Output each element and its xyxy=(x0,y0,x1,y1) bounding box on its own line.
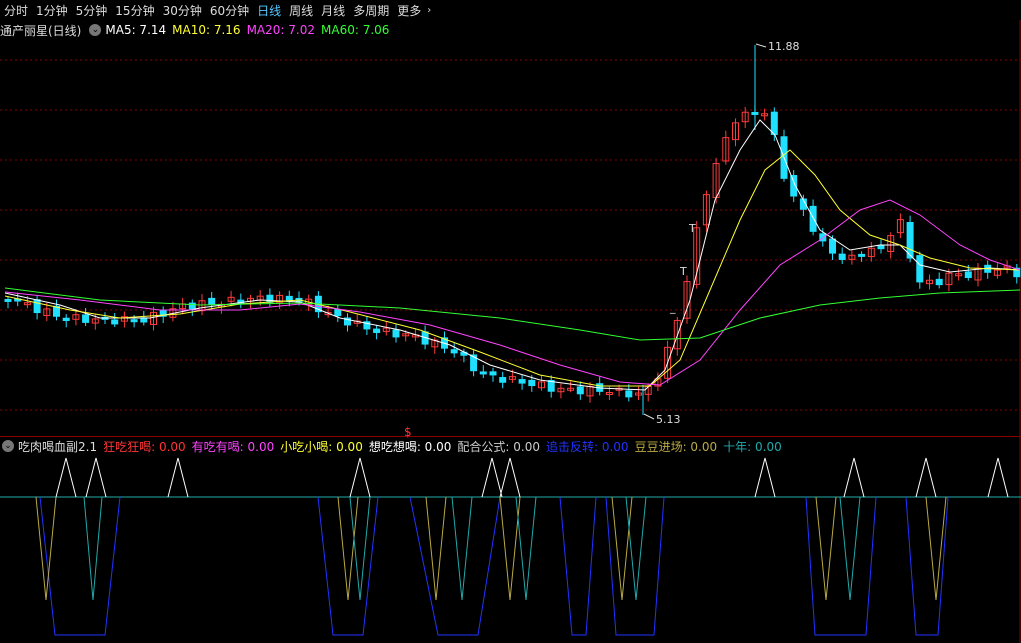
candle-body xyxy=(499,377,507,383)
ma10-line xyxy=(4,149,1021,387)
t-mark: T xyxy=(679,265,687,278)
entry-v-mark xyxy=(425,496,447,601)
candle-body xyxy=(188,302,196,310)
pursuit-trapezoid xyxy=(559,496,597,636)
pursuit-trapezoid xyxy=(605,496,665,636)
candle-body xyxy=(392,329,400,338)
signal-triangle xyxy=(843,457,865,498)
candle-body xyxy=(858,253,866,257)
signal-triangle xyxy=(55,457,77,498)
candle-body xyxy=(285,295,293,301)
candle-body xyxy=(770,111,778,135)
candle-body xyxy=(33,299,41,314)
entry-v-mark xyxy=(611,496,633,601)
signal-mark: $ xyxy=(404,425,412,439)
high-label-pointer xyxy=(755,43,767,48)
ma20-line xyxy=(4,199,1021,386)
pursuit-trapezoid xyxy=(805,496,877,636)
candle-body xyxy=(111,319,119,325)
signal-triangle xyxy=(499,457,521,498)
t-mark: _ xyxy=(669,301,676,314)
candle-body xyxy=(576,386,584,395)
candle-body xyxy=(62,317,70,322)
pursuit-trapezoid xyxy=(317,496,379,636)
low-label-pointer xyxy=(643,413,655,420)
candle-body xyxy=(625,390,633,398)
candle-body xyxy=(208,297,216,305)
candle-body xyxy=(4,298,12,302)
candle-body xyxy=(829,238,836,254)
candle-body xyxy=(809,205,817,232)
candle-body xyxy=(373,328,381,334)
high-price-label: 11.88 xyxy=(768,40,800,53)
entry-v-mark xyxy=(925,496,947,601)
candle-body xyxy=(528,379,536,387)
entry-v-mark xyxy=(83,496,103,601)
signal-triangle xyxy=(481,457,503,498)
candle-body xyxy=(877,245,885,250)
entry-v-mark xyxy=(839,496,861,601)
entry-v-mark xyxy=(815,496,837,601)
candle-body xyxy=(489,371,497,376)
signal-triangle xyxy=(85,457,107,498)
candle-body xyxy=(916,255,924,283)
entry-v-mark xyxy=(451,496,473,601)
signal-triangle xyxy=(987,457,1009,498)
candle-body xyxy=(334,309,342,317)
candle-body xyxy=(450,349,458,354)
candle-body xyxy=(518,379,526,384)
low-price-label: 5.13 xyxy=(656,413,681,426)
signal-triangle xyxy=(167,457,189,498)
candle-body xyxy=(838,253,846,260)
pursuit-trapezoid xyxy=(905,496,949,636)
entry-v-mark xyxy=(625,496,647,601)
candle-body xyxy=(935,278,943,286)
candle-body xyxy=(479,371,487,375)
signal-triangle xyxy=(915,457,937,498)
candle-body xyxy=(130,319,138,323)
pursuit-trapezoid xyxy=(409,496,501,636)
kline-chart[interactable]: 11.88 5.13 $ T T _ xyxy=(0,0,1021,643)
pursuit-trapezoid xyxy=(39,496,121,636)
signal-triangle xyxy=(349,457,371,498)
ma60-line xyxy=(4,287,1021,341)
candle-body xyxy=(82,314,90,323)
t-mark: T xyxy=(688,222,696,235)
signal-triangle xyxy=(754,457,776,498)
candle-body xyxy=(964,271,972,279)
candle-body xyxy=(266,294,274,303)
